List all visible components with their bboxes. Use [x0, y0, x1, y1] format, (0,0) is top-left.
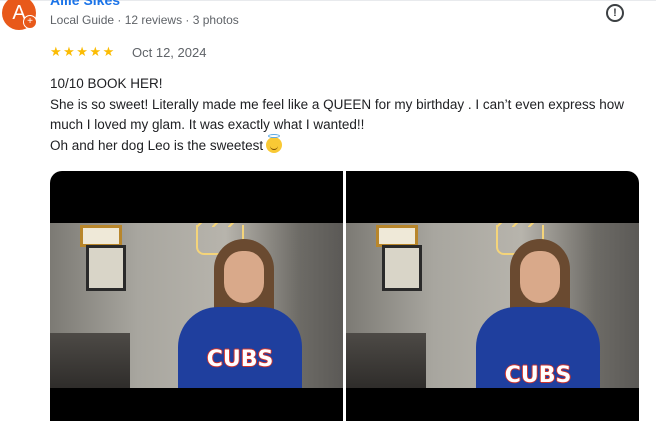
- review-date: Oct 12, 2024: [132, 45, 207, 60]
- shirt-text: CUBS: [206, 347, 274, 372]
- wall-certificate: [86, 245, 126, 291]
- person-shirt: CUBS: [476, 307, 600, 388]
- review-line-3: Oh and her dog Leo is the sweetest: [50, 133, 640, 157]
- makeup-shelf: [346, 333, 426, 388]
- makeup-shelf: [50, 333, 130, 388]
- wall-frame: [376, 225, 418, 247]
- photo-scene: CUBS: [50, 223, 343, 388]
- review-line-1: 10/10 BOOK HER!: [50, 76, 163, 91]
- wall-certificate: [382, 245, 422, 291]
- person-face: [224, 251, 264, 303]
- reviewer-meta: Local Guide · 12 reviews · 3 photos: [50, 13, 239, 27]
- report-review-button[interactable]: !: [606, 4, 624, 22]
- review-text: 10/10 BOOK HER! She is so sweet! Literal…: [50, 74, 640, 156]
- wall-frame: [80, 225, 122, 247]
- star-rating: ★★★★★: [50, 44, 116, 59]
- shirt-text: CUBS: [504, 363, 572, 388]
- halo-smile-emoji-icon: [266, 133, 283, 153]
- photo-scene: CUBS: [346, 223, 639, 388]
- review-photo-2[interactable]: CUBS: [346, 171, 639, 421]
- reviewer-avatar[interactable]: A +: [2, 0, 37, 30]
- person-face: [520, 251, 560, 303]
- review-line-3-text: Oh and her dog Leo is the sweetest: [50, 137, 264, 153]
- person-shirt: CUBS: [178, 307, 302, 388]
- local-guide-badge-icon: +: [23, 15, 37, 29]
- review-photo-1[interactable]: CUBS: [50, 171, 343, 421]
- review-line-2: She is so sweet! Literally made me feel …: [50, 96, 624, 133]
- report-icon: !: [613, 7, 617, 19]
- reviewer-name-link[interactable]: Allie Sikes: [50, 0, 120, 8]
